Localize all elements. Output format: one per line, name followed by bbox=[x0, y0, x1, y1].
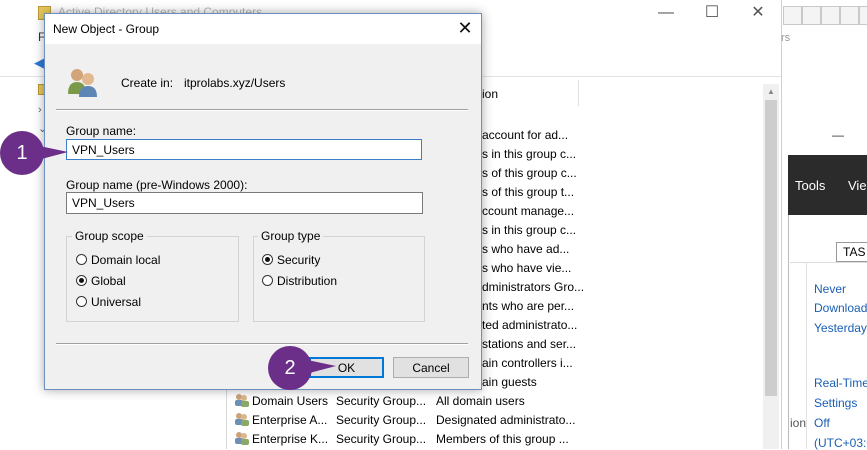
pre2000-name-input[interactable] bbox=[66, 192, 423, 214]
back-arrow-icon[interactable]: ◀ bbox=[34, 55, 44, 71]
row-name: Enterprise K... bbox=[252, 432, 329, 446]
list-item-description[interactable]: s of this group t... bbox=[482, 185, 574, 199]
group-type-label: Group type bbox=[258, 229, 324, 243]
create-in-path: itprolabs.xyz/Users bbox=[184, 76, 286, 90]
list-item-description[interactable]: s in this group c... bbox=[482, 147, 576, 161]
list-item-description[interactable]: s who have ad... bbox=[482, 242, 569, 256]
row-type: Security Group... bbox=[336, 394, 427, 408]
setting-link[interactable]: Off bbox=[814, 416, 830, 430]
row-description: Designated administrato... bbox=[436, 413, 576, 427]
group-scope-label: Group scope bbox=[72, 229, 147, 243]
radio-security[interactable] bbox=[262, 254, 273, 265]
table-row[interactable]: Enterprise K... Security Group... Member… bbox=[232, 430, 762, 448]
group-icon bbox=[235, 413, 249, 426]
setting-link[interactable]: Never bbox=[814, 282, 846, 296]
list-item-description[interactable]: ccount manage... bbox=[482, 204, 574, 218]
column-separator[interactable] bbox=[578, 80, 579, 106]
step-callout-2: 2 bbox=[268, 346, 312, 390]
menu-view[interactable]: Vie bbox=[848, 178, 867, 193]
list-item-description[interactable]: s of this group c... bbox=[482, 166, 577, 180]
divider bbox=[56, 109, 468, 110]
minimize-icon[interactable]: — bbox=[646, 2, 686, 24]
divider bbox=[806, 262, 807, 449]
radio-global[interactable] bbox=[76, 275, 87, 286]
divider bbox=[790, 262, 867, 263]
list-item-description[interactable]: dministrators Gro... bbox=[482, 280, 584, 294]
radio-label[interactable]: Distribution bbox=[277, 274, 337, 288]
list-item-description[interactable]: ain guests bbox=[482, 375, 537, 389]
menu-tools[interactable]: Tools bbox=[795, 178, 825, 193]
row-description: Members of this group ... bbox=[436, 432, 569, 446]
setting-link[interactable]: Settings bbox=[814, 396, 857, 410]
radio-label[interactable]: Universal bbox=[91, 295, 141, 309]
dialog-title: New Object - Group bbox=[53, 22, 160, 36]
setting-label-fragment: ion bbox=[790, 416, 807, 430]
radio-universal[interactable] bbox=[76, 296, 87, 307]
list-item-description[interactable]: ain controllers i... bbox=[482, 356, 573, 370]
setting-link[interactable]: Yesterday bbox=[814, 321, 867, 335]
radio-label[interactable]: Security bbox=[277, 253, 320, 267]
grid-cell bbox=[783, 6, 802, 25]
radio-label[interactable]: Global bbox=[91, 274, 126, 288]
column-header-description[interactable]: ion bbox=[482, 87, 498, 101]
list-item-description[interactable]: stations and ser... bbox=[482, 337, 576, 351]
grid-cell bbox=[840, 6, 859, 25]
tree-expand-icon[interactable]: › bbox=[38, 104, 42, 116]
close-icon[interactable]: ✕ bbox=[738, 2, 778, 24]
setting-link[interactable]: Real-Time bbox=[814, 376, 867, 390]
scrollbar-thumb[interactable] bbox=[765, 100, 777, 396]
group-name-label: Group name: bbox=[66, 124, 137, 138]
list-item-description[interactable]: s who have vie... bbox=[482, 261, 571, 275]
pre2000-name-label: Group name (pre-Windows 2000): bbox=[66, 178, 248, 192]
right-tab-fragment: rs bbox=[781, 32, 791, 44]
close-icon[interactable]: ✕ bbox=[452, 16, 478, 40]
row-type: Security Group... bbox=[336, 432, 427, 446]
list-item-description[interactable]: s in this group c... bbox=[482, 223, 576, 237]
grid-cell bbox=[821, 6, 840, 25]
row-name: Domain Users bbox=[252, 394, 329, 408]
divider bbox=[56, 343, 468, 344]
list-item-description[interactable]: nts who are per... bbox=[482, 299, 574, 313]
row-name: Enterprise A... bbox=[252, 413, 328, 427]
table-row[interactable]: Domain Users Security Group... All domai… bbox=[232, 392, 762, 410]
row-description: All domain users bbox=[436, 394, 525, 408]
scroll-up-icon[interactable]: ▲ bbox=[763, 84, 779, 100]
list-item-description[interactable]: account for ad... bbox=[482, 128, 568, 142]
group-icon bbox=[235, 432, 249, 445]
radio-distribution[interactable] bbox=[262, 275, 273, 286]
maximize-icon[interactable]: ☐ bbox=[692, 2, 732, 24]
table-row[interactable]: Enterprise A... Security Group... Design… bbox=[232, 411, 762, 429]
create-in-label: Create in: bbox=[121, 76, 174, 90]
row-type: Security Group... bbox=[336, 413, 427, 427]
minimize-icon[interactable]: — bbox=[832, 128, 844, 142]
users-group-icon bbox=[68, 69, 97, 97]
group-name-input[interactable] bbox=[66, 139, 422, 160]
grid-cell bbox=[859, 6, 867, 25]
cancel-button[interactable]: Cancel bbox=[393, 357, 469, 378]
tasks-button[interactable]: TAS bbox=[836, 242, 867, 262]
setting-link[interactable]: Download bbox=[814, 301, 867, 315]
radio-label[interactable]: Domain local bbox=[91, 253, 160, 267]
setting-link[interactable]: (UTC+03:0 bbox=[814, 436, 867, 450]
radio-domain-local[interactable] bbox=[76, 254, 87, 265]
step-callout-1: 1 bbox=[0, 131, 44, 175]
group-icon bbox=[235, 394, 249, 407]
grid-cell bbox=[802, 6, 821, 25]
list-item-description[interactable]: ted administrato... bbox=[482, 318, 577, 332]
